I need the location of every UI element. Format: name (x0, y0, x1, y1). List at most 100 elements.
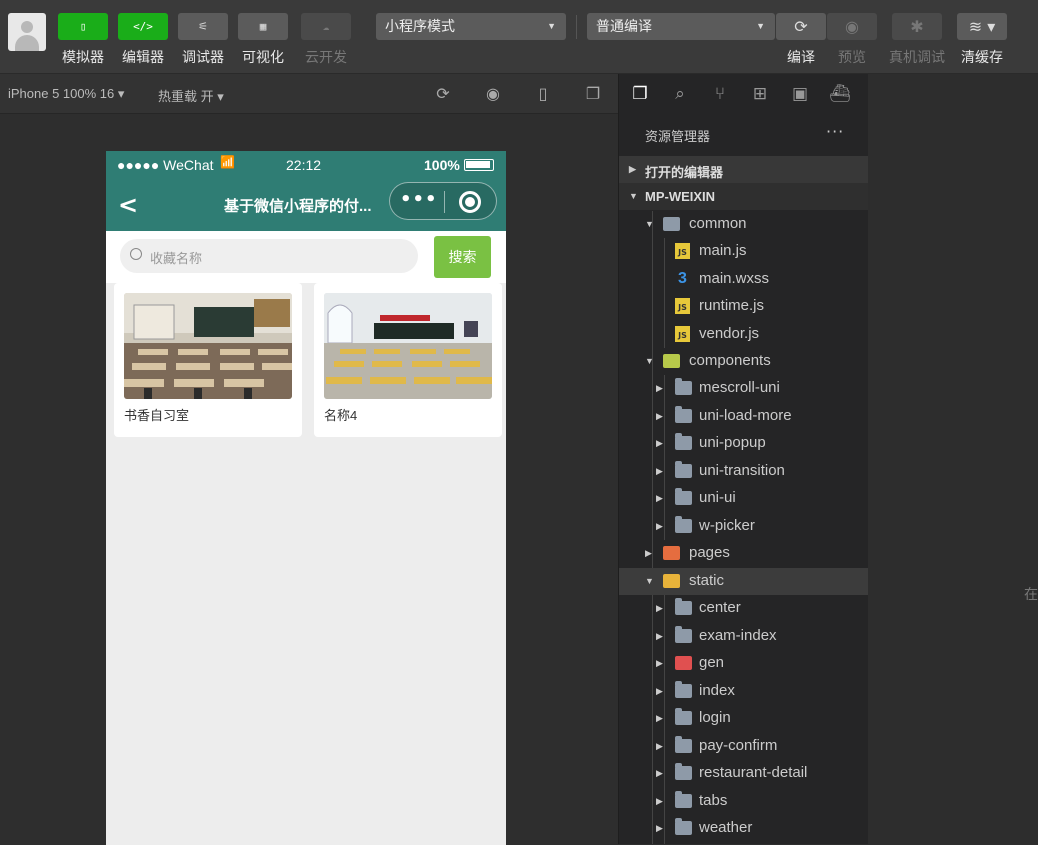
search-icon[interactable]: ⌕ (669, 83, 691, 105)
remote-debug-button[interactable]: ✱ (892, 13, 942, 40)
mode-select-value: 小程序模式 (385, 18, 455, 34)
compile-select[interactable]: 普通编译 ▼ (587, 13, 775, 40)
tree-folder[interactable]: ▶ uni-popup (619, 430, 869, 457)
project-section[interactable]: ▼ MP-WEIXIN (619, 183, 869, 210)
tree-label: index (699, 682, 735, 699)
editor-toggle-button[interactable]: </> (118, 13, 168, 40)
folder-icon (675, 818, 692, 835)
tree-folder[interactable]: ▶ uni-ui (619, 485, 869, 512)
tree-folder[interactable]: ▶ center (619, 595, 869, 622)
chevron-right-icon: ▶ (645, 548, 652, 558)
main-toolbar: ▯ 模拟器 </> 编辑器 ⚟ 调试器 ▦ 可视化 ☁ 云开发 小程序模式 ▼ … (0, 0, 1038, 74)
tree-folder[interactable]: ▶ exam-index (619, 623, 869, 650)
tree-file[interactable]: JS runtime.js (619, 293, 869, 320)
more-icon[interactable]: ••• (400, 189, 438, 210)
tree-folder-components[interactable]: ▼ components (619, 348, 869, 375)
tree-folder[interactable]: ▶ restaurant-detail (619, 760, 869, 787)
save-icon[interactable]: ▣ (789, 83, 811, 105)
tree-folder[interactable]: ▶ uni-transition (619, 458, 869, 485)
search-input[interactable]: 收藏名称 (120, 239, 418, 273)
tree-folder[interactable]: ▶ login (619, 705, 869, 732)
phone-icon[interactable]: ▯ (533, 84, 553, 104)
folder-icon (675, 488, 692, 505)
battery-icon (464, 159, 494, 171)
chevron-right-icon: ▶ (656, 466, 663, 476)
files-icon[interactable]: ❐ (629, 83, 651, 105)
tree-folder[interactable]: ▶ w-picker (619, 513, 869, 540)
chevron-right-icon: ▶ (656, 493, 663, 503)
chevron-right-icon: ▶ (656, 603, 663, 613)
open-editors-section[interactable]: ▶ 打开的编辑器 (619, 156, 869, 183)
tree-folder[interactable]: ▶ mescroll-uni (619, 375, 869, 402)
tree-file[interactable]: JS main.js (619, 238, 869, 265)
tree-folder-common[interactable]: ▼ common (619, 211, 869, 238)
nav-bar: < 基于微信小程序的付... ••• (106, 179, 506, 231)
tree-folder[interactable]: ▶ weather (619, 815, 869, 842)
stop-icon[interactable]: ◉ (483, 84, 503, 104)
tree-folder[interactable]: ▶ pay-confirm (619, 733, 869, 760)
debugger-toggle-button[interactable]: ⚟ (178, 13, 228, 40)
clear-cache-button[interactable]: ≋ ▾ (957, 13, 1007, 40)
chevron-right-icon: ▶ (656, 438, 663, 448)
search-button[interactable]: 搜索 (434, 236, 491, 278)
toolbar-divider (576, 15, 577, 39)
cloud-icon: ☁ (322, 20, 330, 33)
more-icon[interactable]: ··· (826, 122, 844, 141)
git-branch-icon[interactable]: ⑂ (709, 83, 731, 105)
tree-label: static (689, 572, 725, 589)
cloud-dev-button[interactable]: ☁ (301, 13, 351, 40)
tree-folder[interactable]: ▶ uni-load-more (619, 403, 869, 430)
tree-file[interactable]: JS vendor.js (619, 321, 869, 348)
folder-icon (675, 516, 692, 533)
tree-folder-pages[interactable]: ▶ pages (619, 540, 869, 567)
tree-folder[interactable]: ▶ index (619, 678, 869, 705)
chevron-down-icon: ▼ (645, 576, 654, 586)
chevron-right-icon: ▶ (656, 686, 663, 696)
visual-toggle-button[interactable]: ▦ (238, 13, 288, 40)
chevron-down-icon: ▼ (547, 21, 556, 31)
tree-label: main.wxss (699, 270, 770, 287)
hot-reload-toggle[interactable]: 热重载 开 ▾ (158, 86, 224, 105)
status-bar: ●●●●● WeChat 📶 22:12 100% (106, 151, 506, 179)
remote-debug-label: 真机调试 (889, 49, 945, 65)
simulator-label: 模拟器 (62, 49, 104, 65)
device-select[interactable]: iPhone 5 100% 16 ▾ (8, 86, 124, 102)
gen-folder-icon (675, 656, 692, 670)
explorer-title: 资源管理器 (645, 129, 711, 144)
card-name: 名称4 (324, 408, 358, 423)
preview-button[interactable]: ◉ (827, 13, 877, 40)
chevron-right-icon: ▶ (656, 713, 663, 723)
chevron-right-icon: ▶ (656, 411, 663, 421)
tree-label: gen (699, 654, 725, 671)
list-item[interactable]: 书香自习室 (114, 283, 302, 437)
debugger-label: 调试器 (182, 49, 224, 65)
sliders-icon: ⚟ (198, 20, 208, 33)
compile-button[interactable]: ⟳ (776, 13, 826, 40)
classroom-image (324, 293, 492, 399)
reload-icon[interactable]: ⟳ (433, 84, 453, 104)
mode-select[interactable]: 小程序模式 ▼ (376, 13, 566, 40)
close-mini-program-icon[interactable] (459, 191, 481, 213)
docker-icon[interactable]: ⛴ (829, 83, 851, 105)
activity-bar: ❐ ⌕ ⑂ ⊞ ▣ ⛴ (619, 74, 869, 114)
css-file-icon: 3 (678, 270, 687, 287)
folder-icon (675, 626, 692, 643)
chevron-right-icon: ▶ (656, 823, 663, 833)
status-time: 22:12 (286, 157, 322, 173)
back-icon[interactable]: < (118, 191, 138, 219)
simulator-toggle-button[interactable]: ▯ (58, 13, 108, 40)
phone-screen: ●●●●● WeChat 📶 22:12 100% < 基于微信小程序的付...… (106, 151, 506, 845)
list-item[interactable]: 名称4 (314, 283, 502, 437)
simulator-toolbar: iPhone 5 100% 16 ▾ 热重载 开 ▾ ⟳ ◉ ▯ ❐ (0, 74, 618, 114)
window-icon[interactable]: ❐ (583, 84, 603, 104)
chevron-down-icon: ▼ (756, 21, 765, 31)
extensions-icon[interactable]: ⊞ (749, 83, 771, 105)
tree-folder[interactable]: ▶ tabs (619, 788, 869, 815)
tree-file[interactable]: 3 main.wxss (619, 266, 869, 293)
tree-label: mescroll-uni (699, 379, 780, 396)
editor-edge-text: 在 (1024, 587, 1038, 603)
tree-folder-static[interactable]: ▼ static (619, 568, 869, 595)
clear-cache-label: 清缓存 (961, 49, 1003, 65)
user-avatar[interactable] (8, 13, 46, 51)
tree-folder[interactable]: ▶ gen (619, 650, 869, 677)
